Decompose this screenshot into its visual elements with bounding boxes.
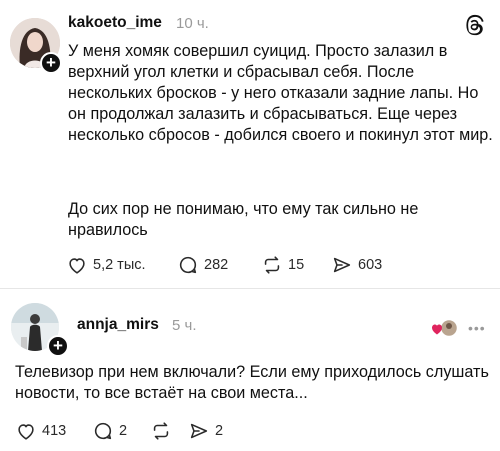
reply-post: + annja_mirs 5 ч. ••• Телевизор при нем … (0, 288, 500, 451)
follow-plus-icon[interactable]: + (40, 52, 62, 74)
post-text: Телевизор при нем включали? Если ему при… (15, 363, 489, 402)
like-button[interactable]: 5,2 тыс. (66, 254, 177, 276)
thread-post: + kakoeto_ime 10 ч. У меня хомяк соверши… (0, 0, 500, 288)
author-avatar[interactable]: + (11, 303, 69, 357)
heart-icon (69, 258, 85, 274)
reply-button[interactable]: 2 (92, 420, 150, 442)
repost-button[interactable] (150, 420, 188, 442)
like-count: 5,2 тыс. (93, 257, 146, 273)
repost-button[interactable]: 15 (261, 254, 331, 276)
share-count: 603 (358, 257, 383, 273)
reply-bubble-icon (179, 256, 197, 274)
reply-button[interactable]: 282 (177, 254, 261, 276)
follow-plus-icon[interactable]: + (47, 335, 69, 357)
post-time: 5 ч. (172, 317, 197, 334)
post-text: До сих пор не понимаю, что ему так сильн… (68, 200, 419, 239)
post-actions: 413 2 2 (15, 420, 238, 442)
repost-count: 15 (288, 257, 305, 273)
share-send-icon (190, 423, 208, 439)
reply-bubble-icon (94, 422, 112, 440)
more-icon[interactable]: ••• (468, 321, 486, 335)
post-text: У меня хомяк совершил суицид. Просто зал… (68, 42, 493, 144)
author-username[interactable]: annja_mirs (77, 316, 159, 334)
liked-by-avatars-icon[interactable] (430, 318, 458, 338)
threads-logo-icon[interactable] (463, 14, 485, 36)
post-time: 10 ч. (176, 15, 209, 32)
share-button[interactable]: 603 (331, 254, 401, 276)
share-send-icon (333, 257, 351, 273)
share-count: 2 (215, 423, 224, 439)
repost-icon (264, 256, 280, 274)
reply-count: 282 (204, 257, 229, 273)
share-button[interactable]: 2 (188, 420, 238, 442)
heart-icon (18, 424, 34, 440)
like-button[interactable]: 413 (15, 420, 92, 442)
repost-icon (153, 422, 169, 440)
reply-count: 2 (119, 423, 128, 439)
post-actions: 5,2 тыс. 282 15 603 (66, 254, 401, 276)
like-count: 413 (42, 423, 67, 439)
author-username[interactable]: kakoeto_ime (68, 14, 162, 32)
author-avatar[interactable]: + (10, 18, 62, 74)
